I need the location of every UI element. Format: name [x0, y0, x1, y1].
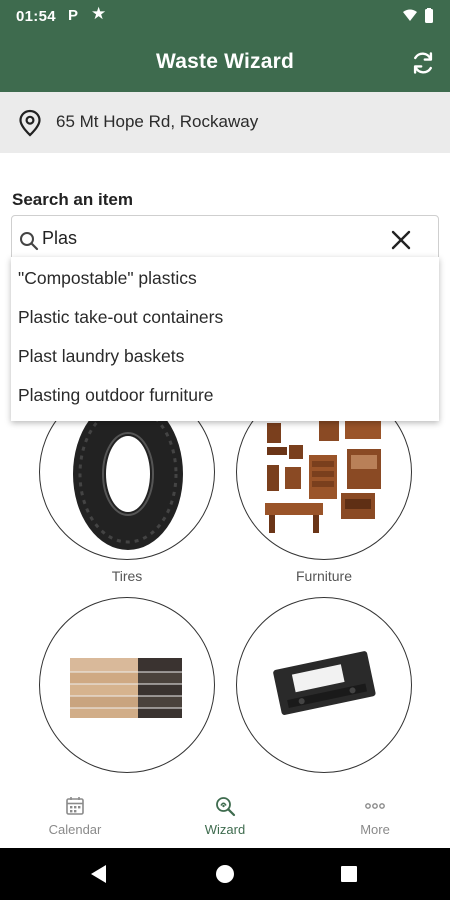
search-icon: [20, 232, 39, 251]
wizard-search-icon: [216, 797, 236, 817]
nav-label-more: More: [360, 822, 390, 837]
status-time: 01:54: [16, 8, 56, 25]
suggestions-dropdown: "Compostable" plastics Plastic take-out …: [11, 257, 439, 421]
search-input[interactable]: [42, 228, 372, 249]
tile-caption-tires: Tires: [111, 568, 143, 584]
status-indicators: [402, 8, 436, 29]
system-nav-bar: [0, 848, 450, 900]
address-bar[interactable]: 65 Mt Hope Rd, Rockaway: [0, 92, 450, 153]
nav-wizard[interactable]: Wizard: [150, 785, 300, 848]
wifi-battery-icon: [403, 8, 433, 23]
tile-vhs-tapes[interactable]: [236, 597, 412, 773]
bottom-nav: Calendar Wizard More: [0, 785, 450, 848]
tile-caption-furniture: Furniture: [295, 568, 353, 584]
books-image: [70, 658, 182, 718]
app-bar: Waste Wizard: [0, 34, 450, 92]
nav-calendar[interactable]: Calendar: [0, 785, 150, 848]
suggestion-item[interactable]: Plasting outdoor furniture: [11, 378, 439, 417]
nav-label-wizard: Wizard: [204, 822, 246, 837]
location-pin-icon: [19, 109, 41, 137]
tile-books[interactable]: [39, 597, 215, 773]
back-icon[interactable]: [91, 865, 106, 883]
suggestion-item[interactable]: "Compostable" plastics: [11, 261, 439, 300]
home-icon[interactable]: [216, 865, 234, 883]
more-icon: [365, 803, 385, 809]
calendar-icon: [66, 797, 84, 815]
recents-icon[interactable]: [341, 866, 357, 882]
star-notification-icon: ★: [91, 4, 107, 23]
suggestion-item[interactable]: Plast laundry baskets: [11, 339, 439, 378]
nav-more[interactable]: More: [300, 785, 450, 848]
parking-notification-icon: P: [68, 7, 79, 24]
nav-label-calendar: Calendar: [48, 822, 102, 837]
system-nav-buttons: [91, 865, 357, 883]
status-bar: 01:54 P ★: [0, 0, 450, 34]
clear-search-icon[interactable]: [390, 229, 412, 251]
suggestion-item[interactable]: Plastic take-out containers: [11, 300, 439, 339]
refresh-icon[interactable]: [410, 50, 436, 76]
app-title: Waste Wizard: [156, 50, 294, 73]
vhs-tape-image: [273, 651, 376, 715]
search-label: Search an item: [12, 190, 133, 209]
address-text: 65 Mt Hope Rd, Rockaway: [56, 112, 259, 131]
